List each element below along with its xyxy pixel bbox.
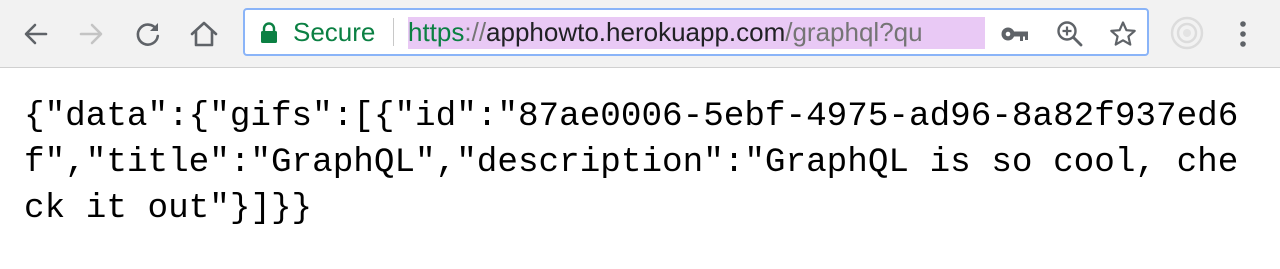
browser-menu-button[interactable]: [1228, 14, 1258, 54]
json-response-body: {"data":{"gifs":[{"id":"87ae0006-5ebf-49…: [24, 97, 1239, 228]
back-button[interactable]: [16, 14, 56, 54]
security-label[interactable]: Secure: [293, 17, 375, 47]
kebab-menu-icon: [1240, 21, 1246, 47]
omnibox-divider: [393, 18, 394, 46]
url-path: /graphql?qu: [785, 17, 923, 47]
bookmark-button[interactable]: [1107, 18, 1139, 50]
reload-icon: [136, 23, 160, 46]
star-icon: [1110, 21, 1136, 46]
browser-toolbar: Secure https://apphowto.herokuapp.com/gr…: [0, 0, 1280, 68]
url-scheme: https: [408, 17, 465, 47]
extension-icon: [1170, 16, 1204, 50]
arrow-right-icon: [79, 23, 103, 45]
home-icon: [190, 21, 218, 47]
lock-icon: [261, 22, 277, 43]
arrow-left-icon: [24, 23, 48, 45]
password-key-button[interactable]: [999, 18, 1031, 50]
address-bar[interactable]: Secure https://apphowto.herokuapp.com/gr…: [243, 8, 1149, 56]
zoom-in-icon: [1057, 21, 1083, 47]
reload-button[interactable]: [128, 14, 168, 54]
url-separator: ://: [464, 17, 487, 47]
url-text[interactable]: https://apphowto.herokuapp.com/graphql?q…: [408, 17, 985, 49]
extension-button[interactable]: [1170, 16, 1204, 50]
url-host: apphowto.herokuapp.com: [486, 17, 786, 47]
home-button[interactable]: [184, 14, 224, 54]
zoom-button[interactable]: [1054, 18, 1086, 50]
forward-button[interactable]: [71, 14, 111, 54]
key-icon: [1001, 27, 1028, 41]
